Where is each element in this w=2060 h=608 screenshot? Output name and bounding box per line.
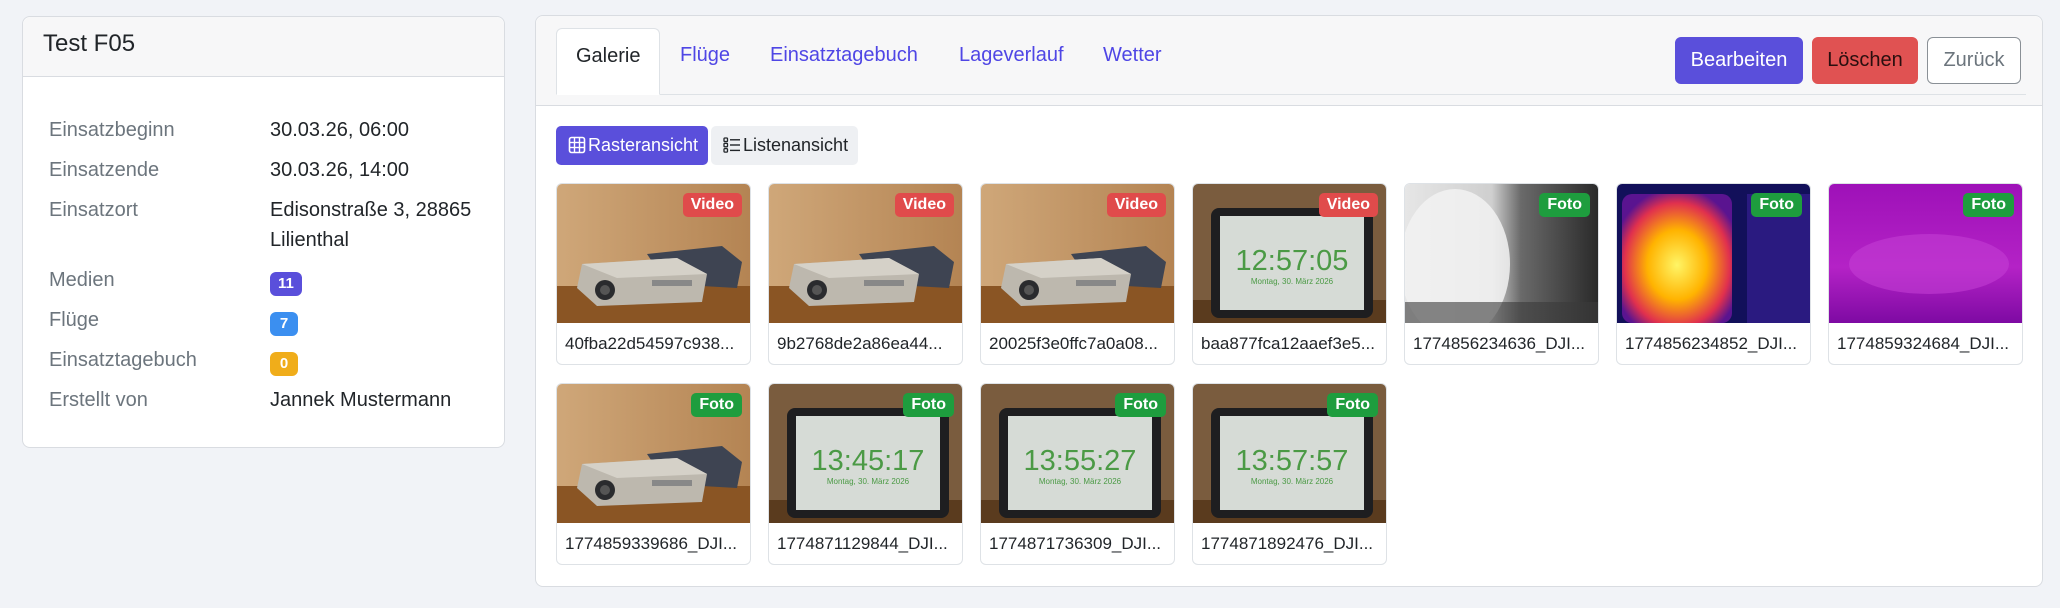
media-filename: 1774871129844_DJI... (777, 534, 948, 553)
media-tile[interactable]: 13:57:57 Montag, 30. März 2026 Foto 17748… (1192, 383, 1387, 565)
svg-text:13:45:17: 13:45:17 (812, 445, 925, 477)
label-flights: Flüge (49, 309, 100, 331)
svg-text:Montag, 30. März 2026: Montag, 30. März 2026 (827, 477, 910, 486)
video-badge: Video (1106, 193, 1166, 217)
diary-count-badge: 0 (270, 352, 298, 376)
value-start: 30.03.26, 06:00 (270, 119, 410, 141)
flights-count-badge: 7 (270, 312, 298, 336)
video-badge: Video (894, 193, 954, 217)
value-creator: Jannek Mustermann (270, 389, 452, 411)
foto-badge: Foto (1963, 193, 2014, 217)
value-location: Edisonstraße 3, 28865 Lilienthal (270, 199, 472, 251)
svg-text:13:55:27: 13:55:27 (1024, 445, 1137, 477)
tab-einsatztagebuch[interactable]: Einsatztagebuch (770, 28, 918, 94)
media-tile[interactable]: Video 40fba22d54597c938... (556, 183, 751, 365)
grid-view-label: Rasteransicht (588, 135, 699, 155)
value-end: 30.03.26, 14:00 (270, 159, 410, 181)
media-tile[interactable]: 12:57:05 Montag, 30. März 2026 Video baa8… (1192, 183, 1387, 365)
media-filename: 1774859324684_DJI... (1837, 334, 2010, 353)
media-tile[interactable]: Video 9b2768de2a86ea44... (768, 183, 963, 365)
list-view-button[interactable]: Listenansicht (711, 126, 859, 165)
media-tile[interactable]: 13:55:27 Montag, 30. März 2026 Foto 17748… (980, 383, 1175, 565)
label-creator: Erstellt von (49, 389, 148, 411)
label-end: Einsatzende (49, 159, 160, 181)
media-panel: Galerie Flüge Einsatztagebuch Lageverlau… (535, 15, 2043, 587)
delete-button[interactable]: Löschen (1812, 37, 1918, 84)
media-tile[interactable]: Foto 1774856234852_DJI... (1616, 183, 1811, 365)
svg-text:Montag, 30. März 2026: Montag, 30. März 2026 (1251, 277, 1334, 286)
media-filename: 1774856234636_DJI... (1413, 334, 1586, 353)
list-view-label: Listenansicht (743, 135, 849, 155)
grid-view-button[interactable]: Rasteransicht (556, 126, 709, 165)
list-icon (723, 137, 740, 153)
svg-text:12:57:05: 12:57:05 (1236, 245, 1349, 277)
tab-fluege[interactable]: Flüge (680, 28, 730, 94)
foto-badge: Foto (1751, 193, 1802, 217)
media-filename: 20025f3e0ffc7a0a08... (989, 334, 1158, 353)
mission-info-card: Test F05 Einsatzbeginn 30.03.26, 06:00 E… (22, 16, 505, 448)
svg-text:13:57:57: 13:57:57 (1236, 445, 1349, 477)
media-filename: baa877fca12aaef3e5... (1201, 334, 1375, 353)
label-diary: Einsatztagebuch (49, 349, 197, 371)
media-tile[interactable]: Video 20025f3e0ffc7a0a08... (980, 183, 1175, 365)
tab-lageverlauf[interactable]: Lageverlauf (959, 28, 1064, 94)
media-tile[interactable]: Foto 1774859324684_DJI... (1828, 183, 2023, 365)
tab-wetter[interactable]: Wetter (1103, 28, 1162, 94)
label-location: Einsatzort (49, 199, 138, 221)
video-badge: Video (1318, 193, 1378, 217)
back-button[interactable]: Zurück (1927, 37, 2021, 84)
label-start: Einsatzbeginn (49, 119, 175, 141)
edit-button[interactable]: Bearbeiten (1675, 37, 1803, 84)
foto-badge: Foto (1327, 393, 1378, 417)
media-tile[interactable]: 13:45:17 Montag, 30. März 2026 Foto 17748… (768, 383, 963, 565)
foto-badge: Foto (1539, 193, 1590, 217)
media-filename: 1774871892476_DJI... (1201, 534, 1374, 553)
label-media: Medien (49, 269, 115, 291)
media-count-badge: 11 (270, 272, 302, 296)
media-filename: 1774871736309_DJI... (989, 534, 1162, 553)
media-filename: 1774856234852_DJI... (1625, 334, 1798, 353)
mission-title: Test F05 (23, 17, 504, 77)
foto-badge: Foto (691, 393, 742, 417)
media-filename: 40fba22d54597c938... (565, 334, 735, 353)
video-badge: Video (682, 193, 742, 217)
foto-badge: Foto (1115, 393, 1166, 417)
media-filename: 1774859339686_DJI... (565, 534, 738, 553)
svg-text:Montag, 30. März 2026: Montag, 30. März 2026 (1251, 477, 1334, 486)
grid-icon (568, 136, 586, 154)
media-tile[interactable]: Foto 1774859339686_DJI... (556, 383, 751, 565)
tab-galerie[interactable]: Galerie (556, 28, 661, 95)
media-filename: 9b2768de2a86ea44... (777, 334, 943, 353)
foto-badge: Foto (903, 393, 954, 417)
svg-text:Montag, 30. März 2026: Montag, 30. März 2026 (1039, 477, 1122, 486)
media-tile[interactable]: Foto 1774856234636_DJI... (1404, 183, 1599, 365)
